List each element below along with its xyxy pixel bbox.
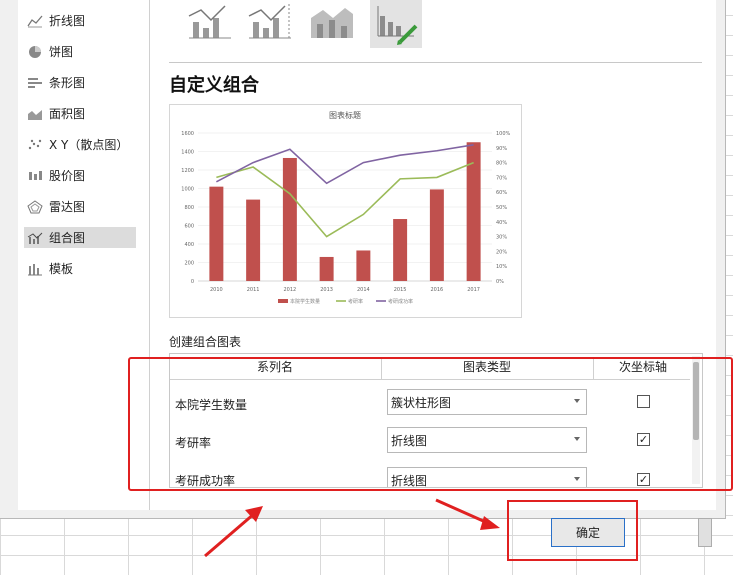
annotation-arrow-left bbox=[204, 511, 256, 558]
annotation-arrow-right bbox=[435, 498, 491, 526]
annotation-arrows bbox=[204, 498, 500, 558]
